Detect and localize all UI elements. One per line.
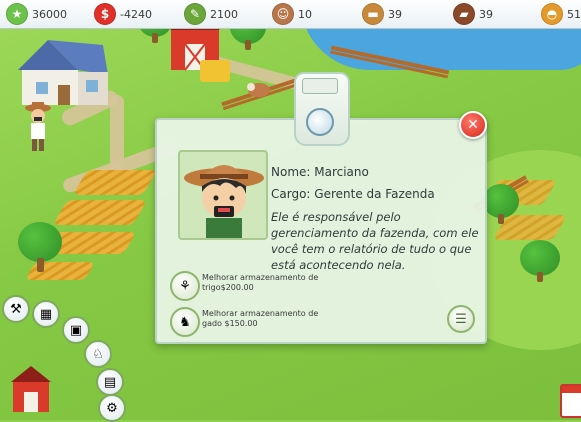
upgrade-cattle-storage[interactable]: ♞ Melhorar armazenamento de gado $150.00 xyxy=(170,305,370,339)
calendar-icon[interactable] xyxy=(560,384,581,418)
tool-animal-icon[interactable]: ♘ xyxy=(84,340,112,368)
resource-value: 36000 xyxy=(32,7,67,21)
meat-icon: ▰ xyxy=(453,3,475,25)
resource-xp: ★ 36000 xyxy=(6,3,67,25)
tool-book-icon[interactable]: ▤ xyxy=(96,368,124,396)
resource-money: $ -4240 xyxy=(94,3,152,25)
resource-burger: ◓ 51 xyxy=(541,3,581,25)
upgrade-price: gado $150.00 xyxy=(202,319,258,328)
wheat-field[interactable] xyxy=(72,170,158,195)
farmhouse[interactable] xyxy=(8,30,118,110)
clipboard-icon xyxy=(306,108,334,136)
dollar-icon: $ xyxy=(94,3,116,25)
wheat-field[interactable] xyxy=(24,262,96,280)
resource-value: 10 xyxy=(298,7,312,21)
resource-food: ▬ 39 xyxy=(362,3,402,25)
seed-icon: ✎ xyxy=(184,3,206,25)
resource-bar: ★ 36000 $ -4240 ✎ 2100 ☺ 10 ▬ 39 ▰ 39 ◓ … xyxy=(0,0,581,29)
tool-settings-icon[interactable]: ⚙ xyxy=(98,394,126,422)
upgrade-label: Melhorar armazenamento de xyxy=(202,273,319,282)
paper-icon xyxy=(302,78,338,94)
wheat-field[interactable] xyxy=(52,200,148,225)
hay-bale xyxy=(200,60,230,82)
manager-role: Cargo: Gerente da Fazenda xyxy=(271,187,435,201)
resource-workers: ☺ 10 xyxy=(272,3,312,25)
resource-value: 39 xyxy=(479,7,493,21)
barn-shortcut[interactable] xyxy=(8,362,54,414)
farmer-character[interactable] xyxy=(24,100,52,156)
tool-field-icon[interactable]: ▦ xyxy=(32,300,60,328)
cow-icon: ♞ xyxy=(170,307,200,337)
resource-value: 39 xyxy=(388,7,402,21)
resource-value: -4240 xyxy=(120,7,152,21)
wheat-icon: ⚘ xyxy=(170,271,200,301)
manager-avatar xyxy=(184,165,264,238)
resource-feed: ✎ 2100 xyxy=(184,3,238,25)
report-tab xyxy=(294,72,350,146)
upgrade-label: Melhorar armazenamento de xyxy=(202,309,319,318)
cow[interactable] xyxy=(246,80,272,100)
star-icon: ★ xyxy=(6,3,28,25)
resource-meat: ▰ 39 xyxy=(453,3,493,25)
resource-value: 2100 xyxy=(210,7,238,21)
upgrade-wheat-storage[interactable]: ⚘ Melhorar armazenamento de trigo$200.00 xyxy=(170,269,370,303)
tool-build-icon[interactable]: ⚒ xyxy=(2,295,30,323)
close-button[interactable]: ✕ xyxy=(459,111,487,139)
bread-icon: ▬ xyxy=(362,3,384,25)
resource-value: 51 xyxy=(567,7,581,21)
upgrade-price: trigo$200.00 xyxy=(202,283,254,292)
burger-icon: ◓ xyxy=(541,3,563,25)
tool-crate-icon[interactable]: ▣ xyxy=(62,316,90,344)
list-icon[interactable]: ☰ xyxy=(447,305,475,333)
manager-portrait xyxy=(178,150,268,240)
farmer-icon: ☺ xyxy=(272,3,294,25)
manager-name: Nome: Marciano xyxy=(271,165,369,179)
manager-description: Ele é responsável pelo gerenciamento da … xyxy=(271,210,479,272)
